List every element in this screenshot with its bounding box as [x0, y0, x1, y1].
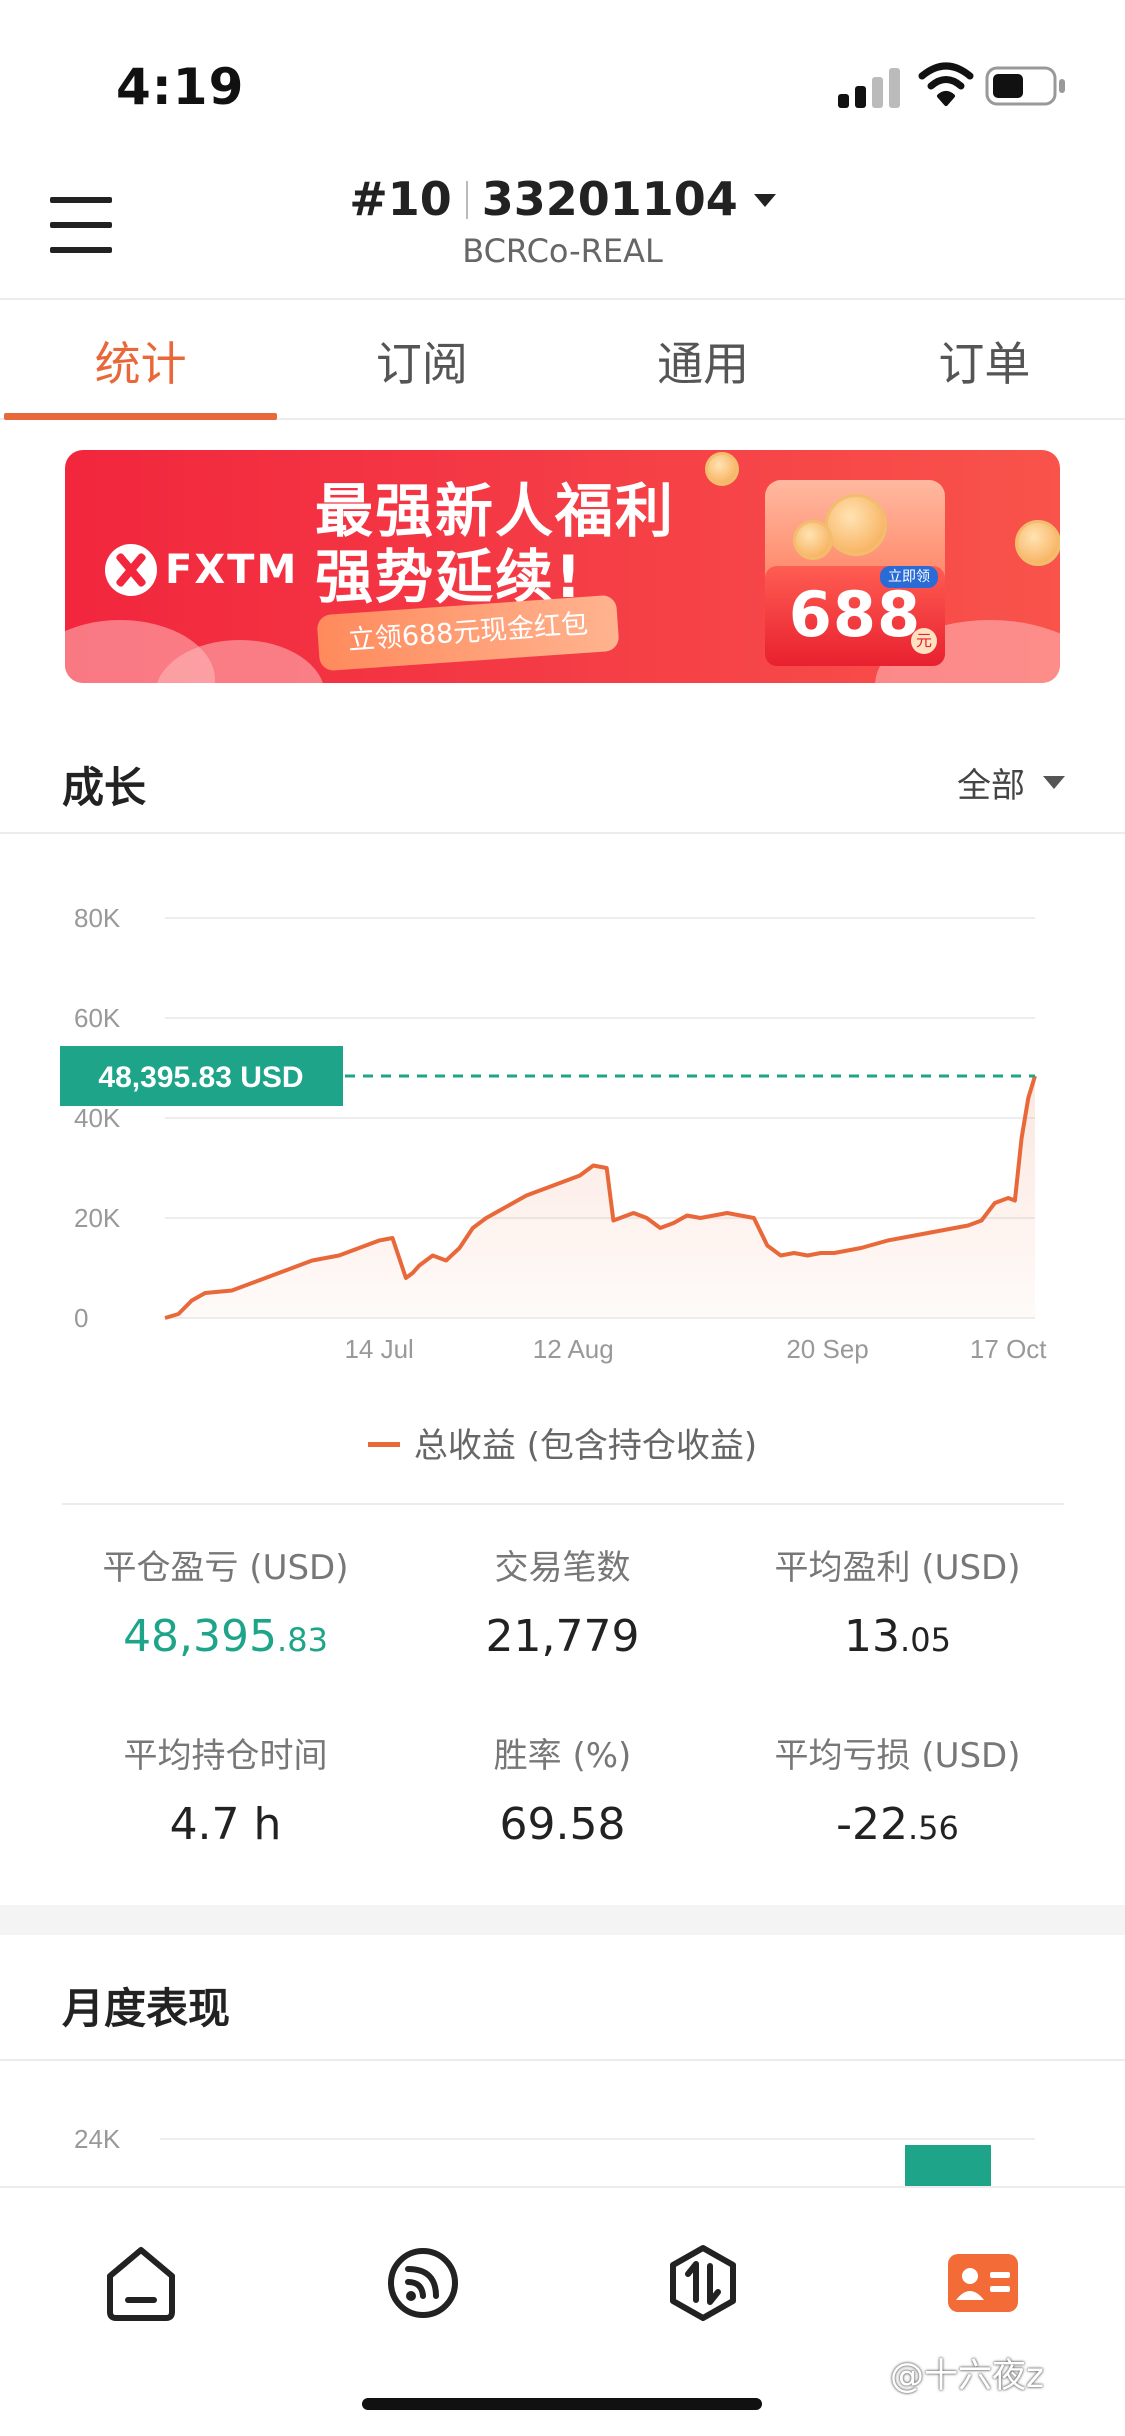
stat-trade-count: 交易笔数 21,779 — [375, 1540, 750, 1662]
coin-icon — [825, 494, 887, 556]
account-index: #10 — [349, 172, 452, 226]
stat-label: 胜率 (%) — [493, 1736, 632, 1776]
y-tick-label: 0 — [74, 1303, 88, 1333]
x-tick-label: 14 Jul — [344, 1334, 413, 1364]
stat-value: 48,395.83 — [38, 1611, 413, 1662]
stat-value: -22.56 — [710, 1799, 1085, 1850]
y-tick-label: 60K — [74, 1003, 121, 1033]
dropdown-caret-icon — [753, 194, 776, 207]
range-dropdown[interactable]: 全部 — [957, 758, 1065, 807]
coin-icon — [1015, 520, 1060, 566]
growth-section-header: 成长 全部 — [0, 722, 1125, 834]
account-number: 33201104 — [481, 172, 738, 226]
stat-value-int: 13 — [844, 1611, 901, 1662]
monthly-y-tick: 24K — [74, 2124, 121, 2154]
battery-icon — [985, 66, 1067, 106]
cellular-signal-icon — [838, 64, 902, 108]
stat-value-int: 4.7 h — [169, 1799, 282, 1850]
dropdown-caret-icon — [1043, 776, 1065, 789]
tab-bar: 统计 订阅 通用 订单 — [0, 300, 1125, 420]
monthly-chart-svg: 24K — [74, 2124, 1035, 2205]
monthly-title: 月度表现 — [62, 1984, 231, 2033]
y-tick-label: 80K — [74, 903, 121, 933]
current-value-label: 48,395.83 USD — [98, 1061, 303, 1094]
stat-label: 平仓盈亏 (USD) — [102, 1548, 349, 1588]
account-header: #10 33201104 BCRCo-REAL — [0, 150, 1125, 300]
stat-value: 13.05 — [710, 1611, 1085, 1662]
stat-avg-profit: 平均盈利 (USD) 13.05 — [710, 1540, 1085, 1662]
stat-value: 21,779 — [375, 1611, 750, 1662]
fxtm-logo: FXTM — [105, 542, 298, 598]
account-selector[interactable]: #10 33201104 — [0, 172, 1125, 226]
promo-banner[interactable]: FXTM 最强新人福利 强势延续! 立领688元现金红包 688 立即领 元 — [65, 450, 1060, 683]
stat-label: 平均盈利 (USD) — [774, 1548, 1021, 1588]
fxtm-mark-icon — [105, 544, 157, 596]
monthly-bar — [905, 2145, 991, 2205]
nav-trade-icon[interactable] — [658, 2238, 748, 2328]
coin-icon — [705, 452, 739, 486]
home-indicator[interactable] — [362, 2398, 762, 2410]
monthly-chart: 24K — [0, 2070, 1125, 2205]
wifi-icon — [918, 60, 974, 108]
range-dropdown-label: 全部 — [957, 766, 1025, 806]
stat-value-int: 21,779 — [485, 1611, 640, 1662]
legend-label: 总收益 (包含持仓收益) — [413, 1426, 758, 1466]
y-tick-label: 40K — [74, 1103, 121, 1133]
amount-tag: 立即领 — [880, 566, 938, 588]
section-gap — [0, 1905, 1125, 1935]
growth-title: 成长 — [62, 763, 147, 812]
fxtm-brand: FXTM — [165, 547, 299, 593]
red-envelope-box-icon: 688 立即领 元 — [765, 480, 945, 670]
nav-profile-icon[interactable] — [938, 2238, 1028, 2328]
status-bar: 4:19 — [0, 0, 1125, 150]
stat-label: 平均持仓时间 — [123, 1736, 328, 1776]
status-time: 4:19 — [116, 58, 245, 116]
stat-avg-hold-time: 平均持仓时间 4.7 h — [38, 1728, 413, 1850]
stat-win-rate: 胜率 (%) 69.58 — [375, 1728, 750, 1850]
stat-value-dec: .56 — [907, 1809, 959, 1847]
coin-icon — [793, 520, 833, 560]
nav-home-icon[interactable] — [96, 2238, 186, 2328]
x-tick-label: 12 Aug — [533, 1334, 614, 1364]
stat-label: 交易笔数 — [494, 1548, 631, 1588]
y-tick-label: 20K — [74, 1203, 121, 1233]
x-tick-label: 17 Oct — [970, 1334, 1047, 1364]
growth-chart: 0 20K 40K 60K 80K 14 Jul 12 Aug 20 Sep 17 Oct 48,… — [0, 860, 1125, 1400]
stat-value-dec: .05 — [900, 1621, 951, 1659]
stat-value-int: -22 — [836, 1799, 908, 1850]
legend-swatch — [367, 1442, 400, 1447]
stat-value-int: 48,395 — [123, 1611, 278, 1662]
stat-value-int: 69.58 — [499, 1799, 626, 1850]
x-tick-label: 20 Sep — [786, 1334, 868, 1364]
stat-closed-pnl: 平仓盈亏 (USD) 48,395.83 — [38, 1540, 413, 1662]
growth-chart-svg: 0 20K 40K 60K 80K 14 Jul 12 Aug 20 Sep 17 Oct 48,… — [60, 903, 1047, 1364]
nav-feed-icon[interactable] — [378, 2238, 468, 2328]
monthly-section-header: 月度表现 — [0, 1935, 1125, 2061]
stat-value-dec: .83 — [277, 1621, 328, 1659]
series-area — [165, 1076, 1035, 1318]
stat-value: 4.7 h — [38, 1799, 413, 1850]
separator — [465, 181, 468, 219]
stat-label: 平均亏损 (USD) — [774, 1736, 1021, 1776]
tab-subscription[interactable]: 订阅 — [281, 300, 562, 418]
chart-legend: 总收益 (包含持仓收益) — [0, 1418, 1125, 1467]
stat-value: 69.58 — [375, 1799, 750, 1850]
divider — [62, 1503, 1064, 1505]
stat-avg-loss: 平均亏损 (USD) -22.56 — [710, 1728, 1085, 1850]
watermark: @十六夜z — [890, 2356, 1044, 2396]
tab-general[interactable]: 通用 — [563, 300, 844, 418]
amount-unit: 元 — [911, 628, 937, 654]
tab-orders[interactable]: 订单 — [844, 300, 1125, 418]
server-name: BCRCo-REAL — [462, 232, 663, 270]
tab-statistics[interactable]: 统计 — [0, 300, 281, 420]
